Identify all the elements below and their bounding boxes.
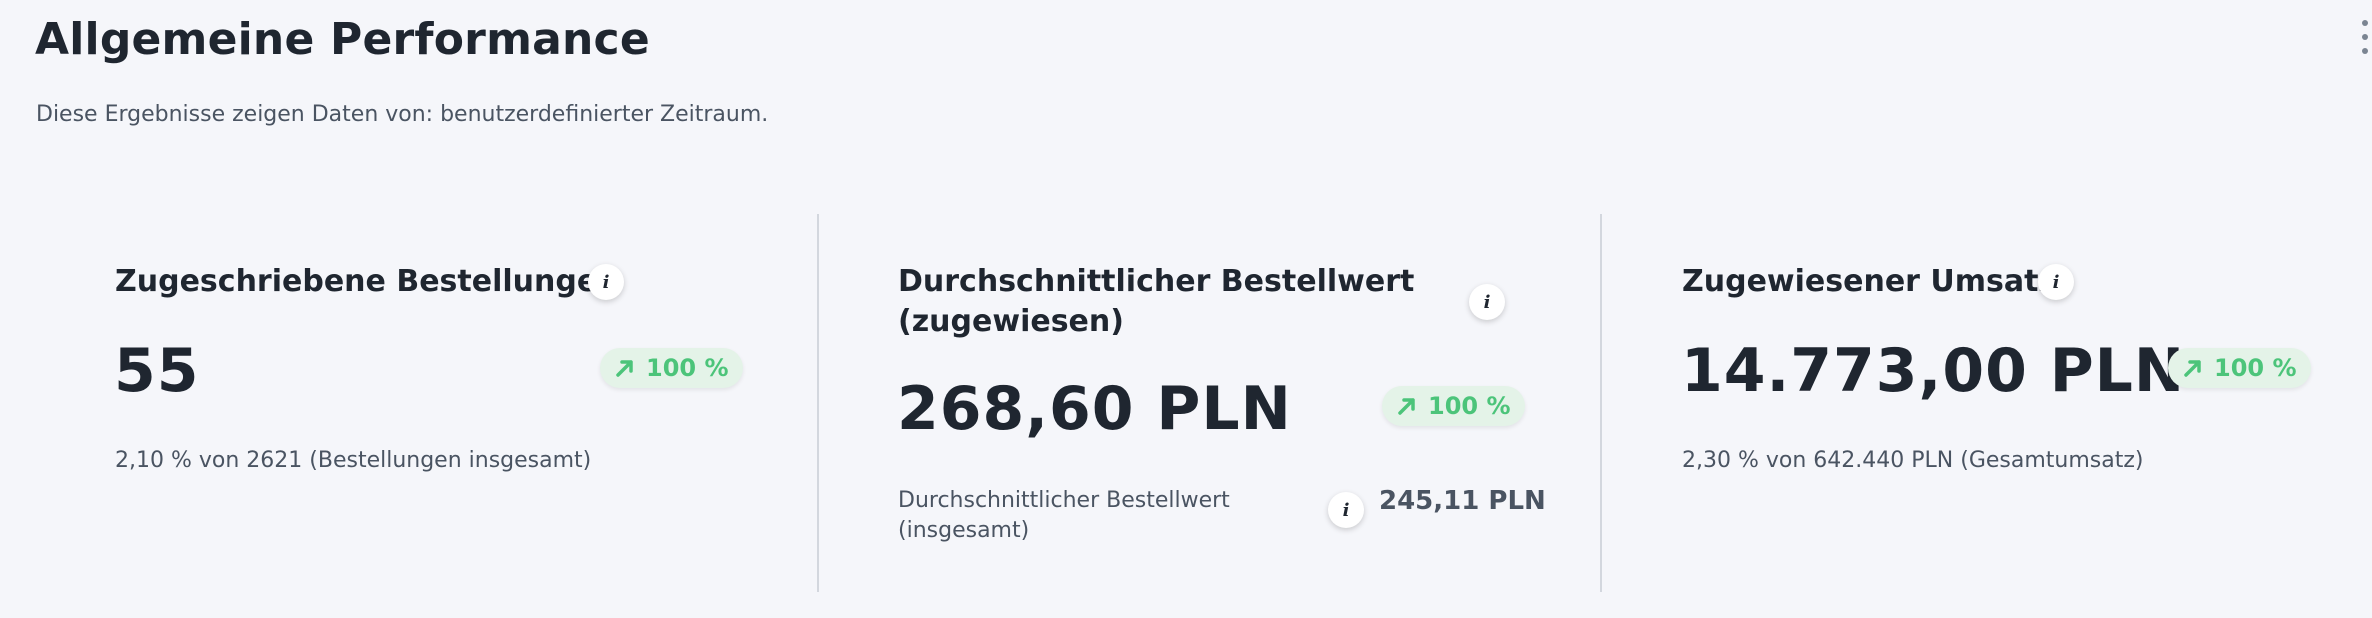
card-value: 14.773,00 PLN [1681, 336, 2186, 406]
trend-badge: 100 % [2168, 348, 2311, 388]
card-note: 2,30 % von 642.440 PLN (Gesamtumsatz) [1682, 448, 2144, 473]
kebab-menu-icon[interactable] [2358, 20, 2372, 54]
kpi-cards: Zugeschriebene Bestellungen i 55 100 % 2… [0, 214, 2372, 592]
info-icon[interactable]: i [1328, 492, 1364, 528]
info-icon[interactable]: i [1469, 284, 1505, 320]
trend-value: 100 % [1428, 392, 1511, 420]
kebab-dot [2362, 34, 2368, 40]
trend-badge: 100 % [600, 348, 743, 388]
card-title: Zugeschriebene Bestellungen [115, 264, 619, 299]
trend-value: 100 % [2214, 354, 2297, 382]
card-value: 55 [114, 336, 200, 406]
card-value: 268,60 PLN [897, 374, 1292, 444]
trend-value: 100 % [646, 354, 729, 382]
arrow-up-right-icon [1398, 398, 1415, 415]
performance-section: Allgemeine Performance Diese Ergebnisse … [0, 0, 2372, 618]
secondary-value: 245,11 PLN [1379, 486, 1546, 516]
card-title: Durchschnittlicher Bestellwert (zugewies… [898, 264, 1415, 339]
card-note: 2,10 % von 2621 (Bestellungen insgesamt) [115, 448, 592, 473]
page-title: Allgemeine Performance [35, 14, 650, 65]
secondary-label: Durchschnittlicher Bestellwert (insgesam… [898, 488, 1230, 543]
arrow-up-right-icon [616, 360, 633, 377]
info-icon[interactable]: i [588, 264, 624, 300]
page-subtitle: Diese Ergebnisse zeigen Daten von: benut… [36, 102, 769, 127]
card-divider [817, 214, 819, 592]
arrow-up-right-icon [2184, 360, 2201, 377]
kebab-dot [2362, 48, 2368, 54]
info-icon[interactable]: i [2038, 264, 2074, 300]
kebab-dot [2362, 20, 2368, 26]
card-title: Zugewiesener Umsatz [1682, 264, 2056, 299]
trend-badge: 100 % [1382, 386, 1525, 426]
card-divider [1600, 214, 1602, 592]
